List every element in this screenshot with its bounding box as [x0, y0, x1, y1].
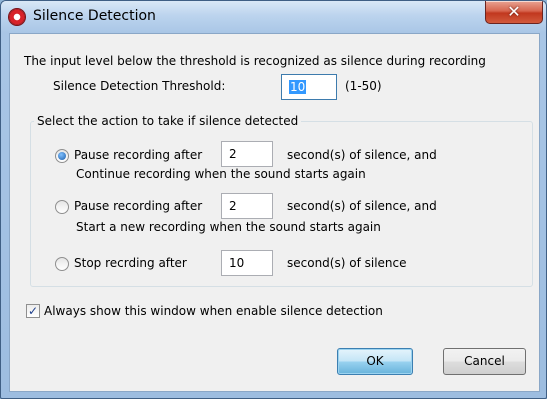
stop-recording-radio[interactable]: [55, 257, 69, 271]
dialog-body: The input level below the threshold is r…: [9, 33, 540, 392]
option-1-label[interactable]: Pause recording after: [74, 148, 202, 162]
record-icon: [9, 9, 25, 25]
option-1-note: Continue recording when the sound starts…: [76, 167, 366, 181]
threshold-description: The input level below the threshold is r…: [24, 54, 486, 68]
close-icon: ✕: [507, 2, 521, 21]
option-1-suffix: second(s) of silence, and: [287, 148, 437, 162]
option-3-seconds-input[interactable]: 10: [221, 250, 273, 276]
cancel-button[interactable]: Cancel: [443, 348, 526, 375]
option-1-seconds-input[interactable]: 2: [221, 141, 273, 167]
window-title: Silence Detection: [33, 8, 156, 24]
always-show-label[interactable]: Always show this window when enable sile…: [44, 304, 383, 318]
action-group-legend: Select the action to take if silence det…: [34, 114, 302, 128]
always-show-checkbox[interactable]: ✓: [26, 304, 40, 318]
option-2-suffix: second(s) of silence, and: [287, 199, 437, 213]
option-2-seconds-input[interactable]: 2: [221, 193, 273, 219]
silence-detection-dialog: Silence Detection ✕ The input level belo…: [0, 0, 547, 399]
threshold-input[interactable]: 10: [281, 74, 337, 100]
option-2-label[interactable]: Pause recording after: [74, 199, 202, 213]
pause-new-recording-radio[interactable]: [55, 200, 69, 214]
title-bar[interactable]: Silence Detection ✕: [1, 1, 546, 33]
check-icon: ✓: [27, 304, 39, 318]
pause-continue-radio[interactable]: [55, 149, 69, 163]
option-3-label[interactable]: Stop recrding after: [74, 256, 187, 270]
threshold-label: Silence Detection Threshold:: [53, 79, 226, 93]
ok-button[interactable]: OK: [337, 348, 413, 375]
threshold-range-hint: (1-50): [345, 79, 382, 93]
close-button[interactable]: ✕: [485, 1, 543, 24]
option-3-suffix: second(s) of silence: [287, 256, 407, 270]
option-2-note: Start a new recording when the sound sta…: [76, 220, 381, 234]
threshold-value: 10: [289, 80, 307, 94]
